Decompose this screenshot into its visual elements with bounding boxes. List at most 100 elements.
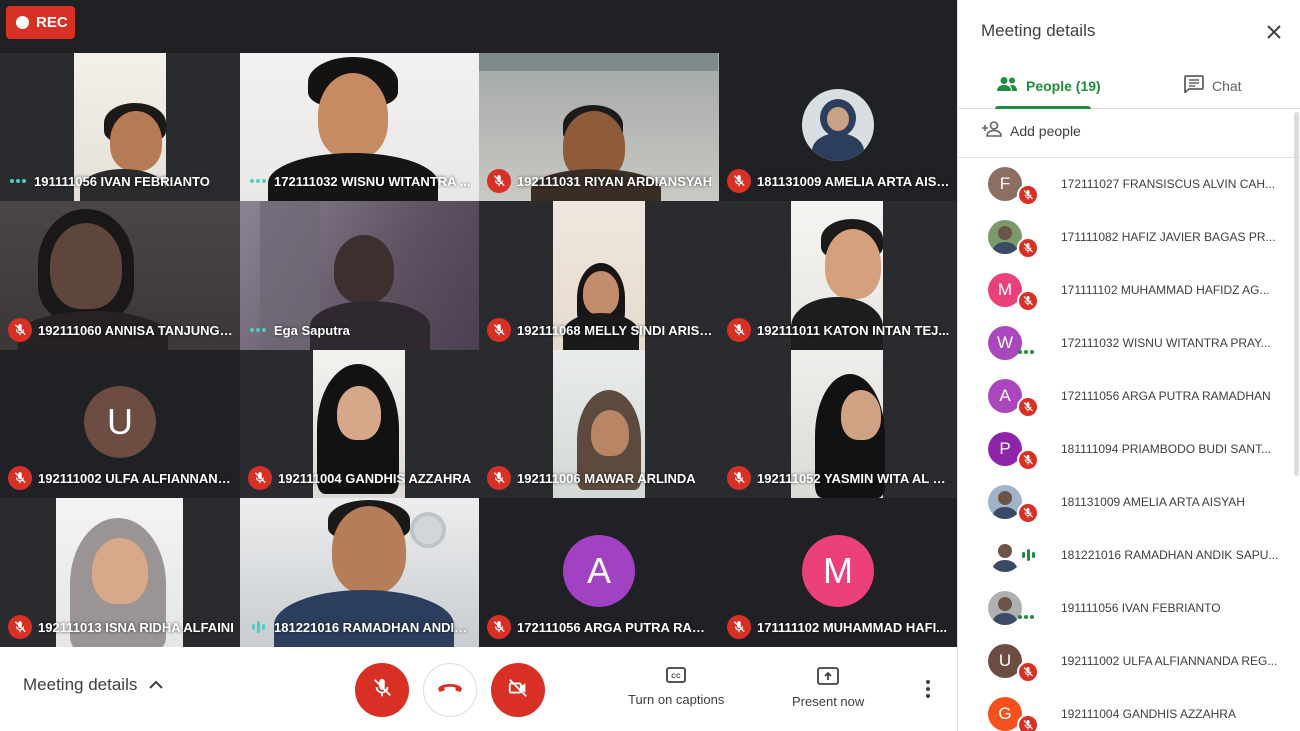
mic-off-icon bbox=[248, 466, 272, 490]
participant-list-item[interactable]: G 192111004 GANDHIS AZZAHRA bbox=[958, 688, 1294, 731]
tab-chat-label: Chat bbox=[1212, 77, 1242, 94]
mic-off-icon bbox=[487, 615, 511, 639]
participant-name: 172111056 ARGA PUTRA RAMADHAN bbox=[1061, 389, 1271, 403]
present-label: Present now bbox=[792, 694, 865, 709]
scrollbar[interactable] bbox=[1294, 112, 1299, 476]
meeting-details-toggle[interactable]: Meeting details bbox=[23, 675, 164, 695]
participant-name: 171111102 MUHAMMAD HAFIDZ AG... bbox=[1061, 283, 1270, 297]
participant-name: 172111032 WISNU WITANTRA PRAY... bbox=[1061, 336, 1271, 350]
mic-off-icon bbox=[371, 677, 393, 704]
chevron-up-icon bbox=[149, 675, 164, 695]
mic-off-icon bbox=[727, 466, 751, 490]
hang-up-icon bbox=[437, 681, 463, 700]
participant-name: 181111094 PRIAMBODO BUDI SANT... bbox=[1061, 442, 1272, 456]
participant-label: 172111032 WISNU WITANTRA ... bbox=[248, 169, 473, 193]
participant-list-item[interactable]: 181221016 RAMADHAN ANDIK SAPU... bbox=[958, 529, 1294, 582]
participant-name: 181131009 AMELIA ARTA AISYAH bbox=[1061, 495, 1245, 509]
participant-name: 171111082 HAFIZ JAVIER BAGAS PR... bbox=[1061, 230, 1276, 244]
mic-off-icon bbox=[487, 318, 511, 342]
participant-list-item[interactable]: A 172111056 ARGA PUTRA RAMADHAN bbox=[958, 370, 1294, 423]
participant-tile[interactable]: Ega Saputra bbox=[240, 201, 479, 350]
participant-label: 171111102 MUHAMMAD HAFI... bbox=[727, 615, 951, 639]
participant-tile[interactable]: 192111031 RIYAN ARDIANSYAH bbox=[479, 53, 719, 201]
svg-text:CC: CC bbox=[671, 673, 681, 680]
avatar bbox=[988, 538, 1022, 572]
participant-list-item[interactable]: P 181111094 PRIAMBODO BUDI SANT... bbox=[958, 423, 1294, 476]
meeting-details-label: Meeting details bbox=[23, 675, 138, 694]
present-now-button[interactable]: Present now bbox=[792, 667, 864, 709]
mic-off-icon bbox=[1017, 237, 1039, 259]
participant-list-item[interactable]: F 172111027 FRANSISCUS ALVIN CAH... bbox=[958, 158, 1294, 211]
participant-tile[interactable]: 192111052 YASMIN WITA AL H... bbox=[719, 350, 957, 498]
people-list: F 172111027 FRANSISCUS ALVIN CAH... 171111… bbox=[958, 158, 1300, 731]
tab-people-label: People (19) bbox=[1026, 77, 1101, 94]
leave-call-button[interactable] bbox=[423, 663, 477, 717]
mic-off-icon bbox=[1017, 714, 1039, 731]
participant-name: 192111052 YASMIN WITA AL H... bbox=[757, 470, 951, 486]
participant-tile[interactable]: 192111004 GANDHIS AZZAHRA bbox=[240, 350, 479, 498]
participant-list-item[interactable]: W 172111032 WISNU WITANTRA PRAY... bbox=[958, 317, 1294, 370]
participant-tile[interactable]: 192111006 MAWAR ARLINDA bbox=[479, 350, 719, 498]
participant-tile[interactable]: 192111013 ISNA RIDHA ALFAINI bbox=[0, 498, 240, 647]
mic-off-icon bbox=[487, 466, 511, 490]
participant-tile[interactable]: 172111032 WISNU WITANTRA ... bbox=[240, 53, 479, 201]
participant-tile[interactable]: 192111068 MELLY SINDI ARISK... bbox=[479, 201, 719, 350]
activity-dots-icon bbox=[1018, 615, 1034, 619]
avatar bbox=[988, 591, 1022, 625]
add-people-label: Add people bbox=[1010, 122, 1081, 139]
mic-off-icon bbox=[487, 169, 511, 193]
participant-tile[interactable]: 181131009 AMELIA ARTA AISY... bbox=[719, 53, 957, 201]
participant-name: 192111060 ANNISA TANJUNG ... bbox=[38, 322, 234, 338]
tab-people[interactable]: People (19) bbox=[996, 62, 1101, 109]
participant-label: 172111056 ARGA PUTRA RAM... bbox=[487, 615, 713, 639]
mic-off-icon bbox=[1017, 661, 1039, 683]
recording-indicator: REC bbox=[6, 6, 75, 39]
participant-tile-active-speaker[interactable]: 181221016 RAMADHAN ANDIK... bbox=[240, 498, 479, 647]
participant-label: 192111060 ANNISA TANJUNG ... bbox=[8, 318, 234, 342]
closed-captions-icon: CC bbox=[666, 667, 687, 686]
participant-name: 192111031 RIYAN ARDIANSYAH bbox=[517, 173, 713, 189]
participant-name: 171111102 MUHAMMAD HAFI... bbox=[757, 619, 948, 635]
more-options-icon[interactable] bbox=[8, 171, 28, 191]
participant-list-item[interactable]: 191111056 IVAN FEBRIANTO bbox=[958, 582, 1294, 635]
participant-label: 181131009 AMELIA ARTA AISY... bbox=[727, 169, 951, 193]
participant-tile[interactable]: 192111011 KATON INTAN TEJ... bbox=[719, 201, 957, 350]
participant-list-item[interactable]: U 192111002 ULFA ALFIANNANDA REG... bbox=[958, 635, 1294, 688]
participant-name: 192111002 ULFA ALFIANNANDA REG... bbox=[1061, 654, 1278, 668]
record-dot-icon bbox=[16, 16, 29, 29]
present-screen-icon bbox=[817, 667, 840, 688]
add-person-icon bbox=[981, 121, 1003, 140]
mic-off-icon bbox=[8, 615, 32, 639]
participant-name: 192111013 ISNA RIDHA ALFAINI bbox=[38, 619, 234, 635]
participant-tile[interactable]: 191111056 IVAN FEBRIANTO bbox=[0, 53, 240, 201]
participant-tile[interactable]: M 171111102 MUHAMMAD HAFI... bbox=[719, 498, 957, 647]
mic-off-icon bbox=[727, 169, 751, 193]
avatar: W bbox=[988, 326, 1022, 360]
participant-tile[interactable]: 192111060 ANNISA TANJUNG ... bbox=[0, 201, 240, 350]
participant-name: 192111004 GANDHIS AZZAHRA bbox=[1061, 707, 1236, 721]
participant-list-item[interactable]: M 171111102 MUHAMMAD HAFIDZ AG... bbox=[958, 264, 1294, 317]
participant-tile[interactable]: U 192111002 ULFA ALFIANNAND... bbox=[0, 350, 240, 498]
participant-list-item[interactable]: 181131009 AMELIA ARTA AISYAH bbox=[958, 476, 1294, 529]
mic-off-icon bbox=[727, 615, 751, 639]
more-options-vertical-icon[interactable] bbox=[918, 680, 938, 700]
camera-toggle-button[interactable] bbox=[491, 663, 545, 717]
close-icon[interactable] bbox=[1262, 20, 1286, 44]
participant-list-item[interactable]: 171111082 HAFIZ JAVIER BAGAS PR... bbox=[958, 211, 1294, 264]
recording-label: REC bbox=[36, 14, 68, 31]
add-people-button[interactable]: Add people bbox=[981, 121, 1081, 140]
microphone-toggle-button[interactable] bbox=[355, 663, 409, 717]
tab-chat[interactable]: Chat bbox=[1184, 62, 1242, 109]
participant-grid: 191111056 IVAN FEBRIANTO 172111032 WISNU… bbox=[0, 53, 957, 647]
activity-dots-icon bbox=[1018, 350, 1034, 354]
participant-label: 181221016 RAMADHAN ANDIK... bbox=[248, 615, 473, 639]
participant-photo bbox=[802, 89, 874, 161]
active-tab-indicator bbox=[995, 106, 1091, 109]
speaking-indicator-icon bbox=[1022, 548, 1035, 562]
meeting-details-panel: Meeting details People (19) Chat Add peo… bbox=[957, 0, 1300, 731]
more-options-icon[interactable] bbox=[248, 171, 268, 191]
more-options-icon[interactable] bbox=[248, 320, 268, 340]
captions-button[interactable]: CC Turn on captions bbox=[628, 667, 724, 707]
participant-tile[interactable]: A 172111056 ARGA PUTRA RAM... bbox=[479, 498, 719, 647]
participant-label: 192111052 YASMIN WITA AL H... bbox=[727, 466, 951, 490]
